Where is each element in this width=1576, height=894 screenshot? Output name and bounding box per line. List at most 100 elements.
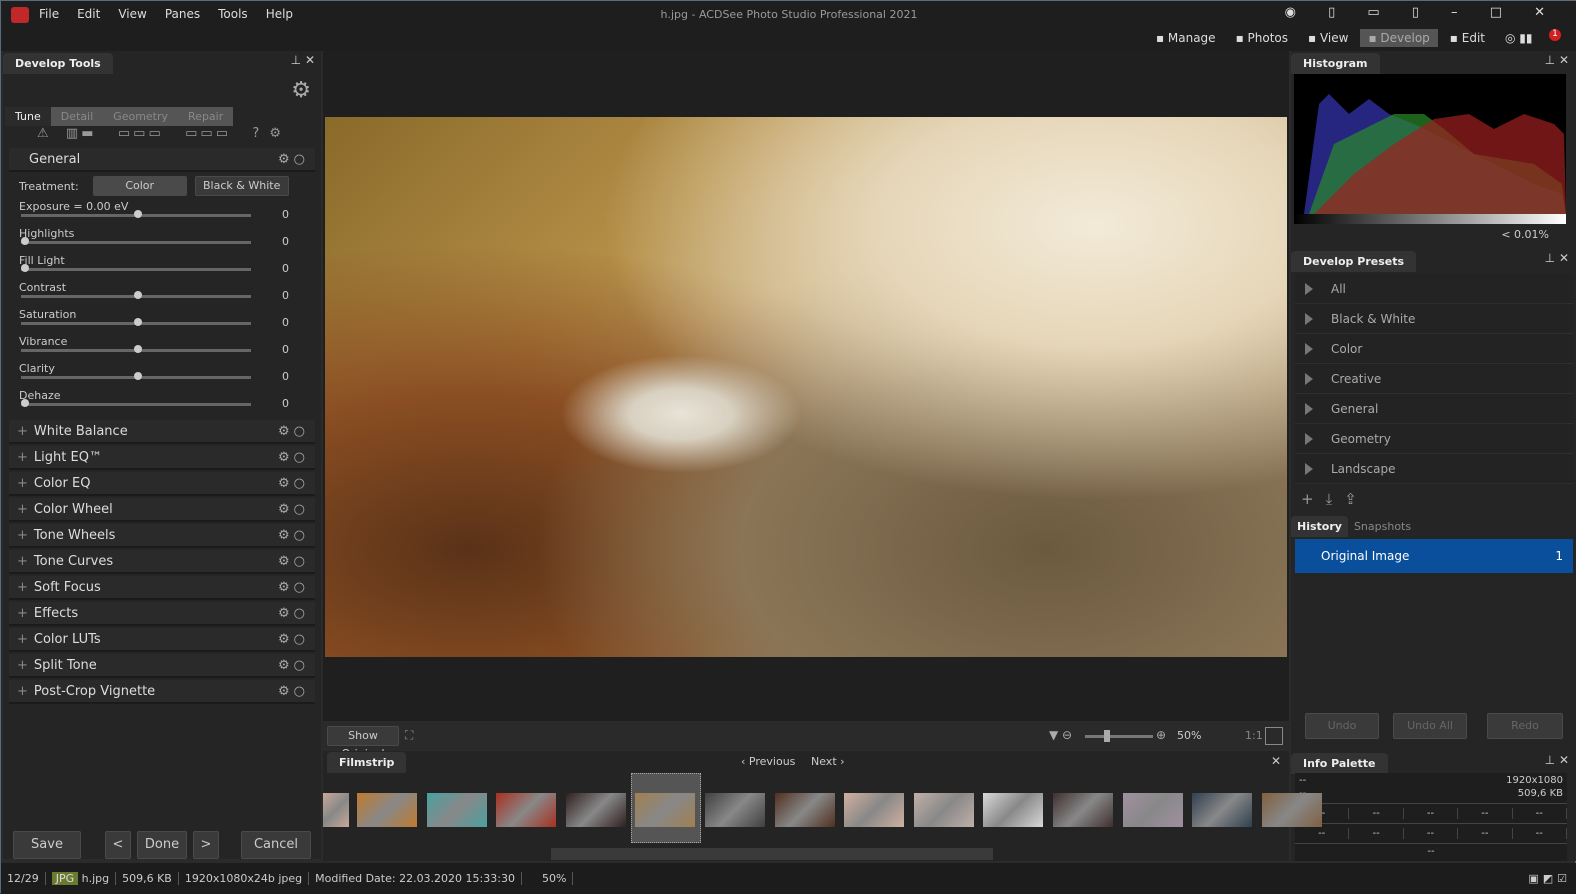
filmstrip-thumbnail[interactable] [774,793,835,827]
slider-value[interactable]: 0 [282,208,289,221]
filmstrip-thumbnail[interactable] [496,793,557,827]
slider-knob[interactable] [21,237,29,245]
expand-icon[interactable]: + [17,528,28,543]
gear-toggle-icons[interactable]: ⚙○ [278,554,309,569]
window-controls[interactable]: ◉ ▯ ▭ ▯ – □ ✕ [1285,5,1559,20]
main-photo[interactable] [325,117,1287,657]
tab-tune[interactable]: Tune [5,107,51,126]
section-soft-focus[interactable]: + Soft Focus ⚙○ [9,576,315,600]
filmstrip-close-icon[interactable]: ✕ [1271,754,1281,768]
mode-edit[interactable]: ▪ Edit [1442,29,1493,47]
gear-toggle-icons[interactable]: ⚙○ [278,606,309,621]
section-white-balance[interactable]: + White Balance ⚙○ [9,420,315,444]
slider-track[interactable] [21,268,251,271]
expand-icon[interactable]: + [17,502,28,517]
section-effects[interactable]: + Effects ⚙○ [9,602,315,626]
pin-close-icons[interactable]: ⊥ ✕ [1545,53,1576,74]
zoom-in-icon[interactable]: ⊕ [1156,728,1166,742]
show-original-button[interactable]: Show Original [327,726,399,760]
pin-close-icons[interactable]: ⊥ ✕ [1545,753,1576,774]
expand-icon[interactable]: + [17,424,28,439]
section-tone-wheels[interactable]: + Tone Wheels ⚙○ [9,524,315,548]
tab-snapshots[interactable]: Snapshots [1348,516,1417,537]
slider-value[interactable]: 0 [282,235,289,248]
expand-icon[interactable]: + [17,606,28,621]
slider-knob[interactable] [134,372,142,380]
gear-toggle-icons[interactable]: ⚙○ [278,152,309,167]
mode-view[interactable]: ▪ View [1300,29,1356,47]
filmstrip-thumbnail[interactable] [1192,793,1253,827]
fullscreen-icon[interactable]: ⛶ [405,728,413,743]
preset-item[interactable]: Landscape [1295,454,1573,484]
filmstrip-next[interactable]: Next › [811,755,845,768]
pin-close-icons[interactable]: ⊥ ✕ [291,53,321,74]
preset-item[interactable]: All [1295,274,1573,304]
slider-value[interactable]: 0 [282,370,289,383]
slider-knob[interactable] [134,345,142,353]
previous-image-button[interactable]: < [105,831,131,859]
undo-all-button[interactable]: Undo All [1393,713,1467,739]
view-mode-icons[interactable]: ▣◩☑ [1522,872,1576,885]
filmstrip-thumbnail[interactable] [323,793,349,827]
tab-history[interactable]: History [1291,516,1348,537]
filmstrip-thumbnail[interactable] [426,793,487,827]
preset-actions[interactable]: +⤓⇪ [1291,486,1576,512]
redo-button[interactable]: Redo [1487,713,1563,739]
preset-item[interactable]: Creative [1295,364,1573,394]
preset-item[interactable]: Geometry [1295,424,1573,454]
filmstrip-thumbnail[interactable] [705,793,765,827]
undo-button[interactable]: Undo [1305,713,1379,739]
mode-develop[interactable]: ▪ Develop [1360,29,1438,47]
gear-toggle-icons[interactable]: ⚙○ [278,658,309,673]
preset-item[interactable]: General [1295,394,1573,424]
mode-manage[interactable]: ▪ Manage [1148,29,1224,47]
gear-toggle-icons[interactable]: ⚙○ [278,528,309,543]
slider-track[interactable] [21,241,251,244]
mode-photos[interactable]: ▪ Photos [1228,29,1296,47]
cancel-button[interactable]: Cancel [241,831,311,859]
settings-gear-icon[interactable]: ⚙ [3,74,321,107]
slider-value[interactable]: 0 [282,289,289,302]
expand-icon[interactable]: + [17,476,28,491]
zoom-level[interactable]: 50% [1177,729,1201,742]
done-button[interactable]: Done [137,831,187,859]
slider-5[interactable]: Vibrance 0 [19,335,305,362]
gear-toggle-icons[interactable]: ⚙○ [278,424,309,439]
tab-repair[interactable]: Repair [178,107,234,126]
zoom-controls[interactable]: ▼ ⊖ [1049,728,1072,742]
slider-7[interactable]: Dehaze 0 [19,389,305,416]
slider-knob[interactable] [134,210,142,218]
slider-value[interactable]: 0 [282,262,289,275]
slider-4[interactable]: Saturation 0 [19,308,305,335]
section-split-tone[interactable]: + Split Tone ⚙○ [9,654,315,678]
expand-icon[interactable]: + [17,450,28,465]
section-post-crop-vignette[interactable]: + Post-Crop Vignette ⚙○ [9,680,315,704]
section-light-eq-[interactable]: + Light EQ™ ⚙○ [9,446,315,470]
tab-geometry[interactable]: Geometry [103,107,179,126]
tab-detail[interactable]: Detail [50,107,104,126]
gear-toggle-icons[interactable]: ⚙○ [278,684,309,699]
treatment-color-button[interactable]: Color [92,176,187,196]
slider-knob[interactable] [134,291,142,299]
slider-6[interactable]: Clarity 0 [19,362,305,389]
preset-item[interactable]: Black & White [1295,304,1573,334]
treatment-bw-button[interactable]: Black & White [194,176,289,196]
preset-item[interactable]: Color [1295,334,1573,364]
filmstrip-thumbnail[interactable] [565,793,626,827]
slider-0[interactable]: Exposure = 0.00 eV 0 [19,200,305,227]
expand-icon[interactable]: + [17,554,28,569]
fit-icon[interactable] [1265,727,1283,745]
slider-2[interactable]: Fill Light 0 [19,254,305,281]
history-item[interactable]: Original Image 1 [1295,539,1573,573]
tool-icons[interactable]: ⚠ ▥▬ ▭▭▭ ▭▭▭ ? ⚙ [3,126,321,148]
slider-value[interactable]: 0 [282,343,289,356]
filmstrip-thumbnail[interactable] [844,793,905,827]
section-tone-curves[interactable]: + Tone Curves ⚙○ [9,550,315,574]
slider-knob[interactable] [134,318,142,326]
slider-value[interactable]: 0 [282,397,289,410]
expand-icon[interactable]: + [17,580,28,595]
gear-toggle-icons[interactable]: ⚙○ [278,632,309,647]
slider-1[interactable]: Highlights 0 [19,227,305,254]
filmstrip-thumbnail[interactable] [1053,793,1113,827]
filmstrip-thumbnail[interactable] [983,793,1044,827]
